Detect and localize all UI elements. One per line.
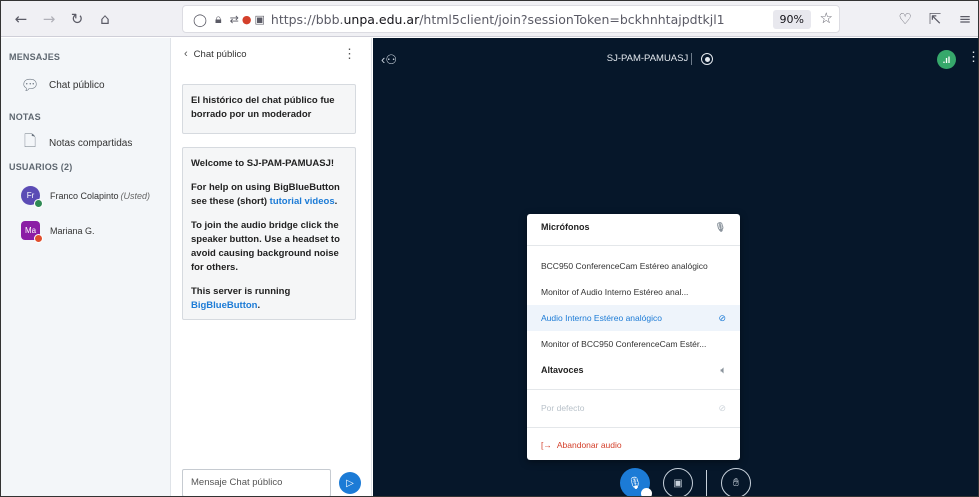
kebab-menu-icon[interactable]: ⋮ xyxy=(343,46,356,62)
users-section-title: USUARIOS (2) xyxy=(9,162,73,172)
microphone-active-icon[interactable]: ● xyxy=(242,13,252,26)
chat-cleared-message: El histórico del chat público fue borrad… xyxy=(182,84,356,134)
room-title: SJ-PAM-PAMUASJ xyxy=(606,53,689,64)
bookmark-star-icon[interactable]: ☆ xyxy=(820,9,833,27)
chat-title[interactable]: Chat público xyxy=(194,49,247,60)
menu-divider xyxy=(527,245,740,246)
avatar-initials: Fr xyxy=(26,191,35,200)
help-line: For help on using BigBlueButton see thes… xyxy=(191,182,340,207)
audio-device-menu: Micrófonos 🎙︎ BCC950 ConferenceCam Estér… xyxy=(527,214,740,460)
pocket-icon[interactable]: ♡ xyxy=(890,10,920,28)
sidebar-item-shared-notes[interactable]: 🗋︎ Notas compartidas xyxy=(21,132,133,152)
leave-audio-button[interactable]: [→ Abandonar audio xyxy=(527,432,740,458)
avatar: Ma xyxy=(21,221,43,243)
screen-share-icon[interactable]: ▣ xyxy=(254,13,264,26)
camera-button[interactable]: ▣ xyxy=(663,468,693,496)
camera-off-icon: ▣ xyxy=(673,477,683,489)
speaker-option-default[interactable]: Por defecto ⊘ xyxy=(527,395,740,421)
check-icon: ⊘ xyxy=(718,312,726,323)
raise-hand-button[interactable]: ✋︎ xyxy=(721,468,751,496)
browser-toolbar: ← → ↻ ⌂ ◯ 🔒︎ ⇄ ● ▣ https://bbb.unpa.edu.… xyxy=(1,1,978,37)
forward-arrow-icon[interactable]: → xyxy=(35,5,63,33)
record-indicator-icon[interactable] xyxy=(701,53,713,65)
audio-help-line: To join the audio bridge click the speak… xyxy=(191,220,340,273)
user-name: Mariana G. xyxy=(50,225,95,236)
server-line: This server is running BigBlueButton. xyxy=(191,286,291,311)
permissions-icon[interactable]: ⇄ xyxy=(230,13,239,26)
avatar-initials: Ma xyxy=(24,226,37,235)
presenter-badge xyxy=(34,199,43,208)
screen: ← → ↻ ⌂ ◯ 🔒︎ ⇄ ● ▣ https://bbb.unpa.edu.… xyxy=(0,0,979,497)
tutorial-videos-link[interactable]: tutorial videos xyxy=(270,196,335,207)
connection-status-icon[interactable]: .ıl xyxy=(937,50,956,69)
shield-icon[interactable]: ◯ xyxy=(193,12,207,27)
speaker-icon: 🔈︎ xyxy=(720,364,726,375)
chevron-left-icon[interactable]: ‹ xyxy=(184,48,188,60)
mic-option[interactable]: Monitor of BCC950 ConferenceCam Estér... xyxy=(527,331,740,357)
chat-bubble-icon: 💬︎ xyxy=(20,77,40,94)
menu-divider xyxy=(527,389,740,390)
user-name: Franco Colapinto xyxy=(50,190,119,201)
reload-icon[interactable]: ↻ xyxy=(63,5,91,33)
chat-message-input[interactable]: Mensaje Chat público xyxy=(182,469,331,496)
user-item[interactable]: Fr Franco Colapinto (Usted) xyxy=(21,186,151,208)
speakers-header: Altavoces 🔈︎ xyxy=(541,364,726,376)
sidebar-item-public-chat[interactable]: 💬︎ Chat público xyxy=(20,76,105,94)
back-arrow-icon[interactable]: ← xyxy=(7,5,35,33)
lock-icon[interactable]: 🔒︎ xyxy=(215,11,222,27)
url-text[interactable]: https://bbb.unpa.edu.ar/html5client/join… xyxy=(271,12,725,27)
user-list-panel: MENSAJES 💬︎ Chat público NOTAS 🗋︎ Notas … xyxy=(1,38,171,496)
bigbluebutton-link[interactable]: BigBlueButton xyxy=(191,300,258,311)
toolbar-right: ♡ ⇱ ≡ xyxy=(890,1,978,37)
welcome-message: Welcome to SJ-PAM-PAMUASJ! For help on u… xyxy=(182,147,356,320)
action-bar-divider xyxy=(706,470,707,496)
messages-section-title: MENSAJES xyxy=(9,52,61,62)
address-bar[interactable]: ◯ 🔒︎ ⇄ ● ▣ https://bbb.unpa.edu.ar/html5… xyxy=(182,5,840,33)
user-item[interactable]: Ma Mariana G. xyxy=(21,221,95,243)
user-self-tag: (Usted) xyxy=(120,190,151,201)
hand-icon: ✋︎ xyxy=(732,476,740,489)
main-presentation-area: ‹⚇ SJ-PAM-PAMUASJ .ıl ⋮ Micrófonos 🎙︎ BC… xyxy=(373,38,978,496)
options-menu-icon[interactable]: ⋮ xyxy=(967,49,978,65)
mic-option-selected[interactable]: Audio Interno Estéreo analógico ⊘ xyxy=(527,305,740,331)
notes-section-title: NOTAS xyxy=(9,112,41,122)
microphones-header: Micrófonos 🎙︎ xyxy=(541,221,726,233)
welcome-line: Welcome to SJ-PAM-PAMUASJ! xyxy=(191,158,335,169)
check-icon: ⊘ xyxy=(718,402,726,413)
mic-option[interactable]: BCC950 ConferenceCam Estéreo analógico xyxy=(527,253,740,279)
audio-button[interactable]: 🎙︎ xyxy=(620,468,652,496)
hamburger-menu-icon[interactable]: ≡ xyxy=(950,10,978,28)
title-divider xyxy=(691,53,692,65)
chat-panel: ‹ Chat público ⋮ El histórico del chat p… xyxy=(172,38,372,496)
menu-divider xyxy=(527,427,740,428)
avatar: Fr xyxy=(21,186,43,208)
sidebar-item-label: Notas compartidas xyxy=(49,137,133,149)
bbb-app: MENSAJES 💬︎ Chat público NOTAS 🗋︎ Notas … xyxy=(1,38,978,496)
notes-icon: 🗋︎ xyxy=(23,132,37,150)
send-button[interactable]: ▷ xyxy=(339,472,361,494)
extensions-icon[interactable]: ⇱ xyxy=(920,10,950,28)
leave-audio-icon: [→ xyxy=(541,440,552,450)
send-icon: ▷ xyxy=(346,477,354,489)
chat-header: ‹ Chat público ⋮ xyxy=(172,38,372,70)
status-badge xyxy=(34,234,43,243)
home-icon[interactable]: ⌂ xyxy=(91,5,119,33)
mic-option[interactable]: Monitor of Audio Interno Estéreo anal... xyxy=(527,279,740,305)
sidebar-item-label: Chat público xyxy=(49,79,105,91)
microphone-icon: 🎙︎ xyxy=(714,221,726,232)
microphone-icon: 🎙︎ xyxy=(627,476,643,490)
audio-options-caret[interactable] xyxy=(641,488,652,496)
zoom-level[interactable]: 90% xyxy=(772,10,811,29)
